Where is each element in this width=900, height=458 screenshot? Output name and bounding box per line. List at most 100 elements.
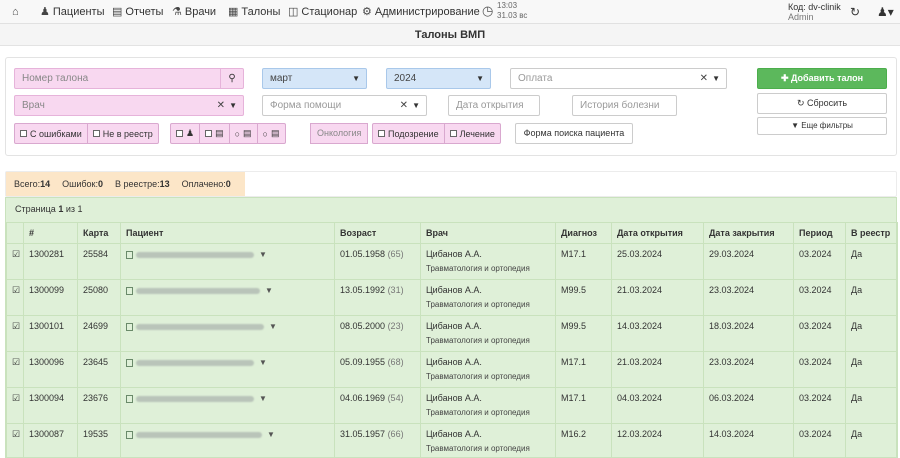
col-header[interactable]: В реестр	[845, 222, 898, 244]
close-date-cell: 06.03.2024	[703, 387, 794, 424]
close-date-cell: 23.03.2024	[703, 279, 794, 316]
doctor-cell: Цибанов А.А. Травматология и ортопедия	[420, 423, 556, 458]
table-row[interactable]: ☑ 1300087 19535 ▼ 31.05.1957 (66) Цибанов А.А…	[6, 423, 898, 458]
col-header[interactable]: Дата закрытия	[703, 222, 794, 244]
add-ticket-button[interactable]: ✚ Добавить талон	[757, 68, 887, 89]
col-header[interactable]: Врач	[420, 222, 556, 244]
registry-cell: Да	[845, 243, 898, 280]
suspicion-checkbox[interactable]: Подозрение	[373, 124, 445, 143]
doc2-filter-checkbox[interactable]: ○ ▤	[258, 124, 285, 143]
table-row[interactable]: ☑ 1300101 24699 ▼ 08.05.2000 (23) Цибанов А.А…	[6, 315, 898, 352]
patient-cell[interactable]: ▼	[120, 243, 335, 280]
period-cell: 03.2024	[793, 351, 846, 388]
payment-select[interactable]: Оплата ✕ ▼	[510, 68, 727, 89]
clear-icon[interactable]: ✕	[700, 69, 708, 88]
filter-icon[interactable]: ▼	[259, 250, 267, 259]
close-date-cell: 14.03.2024	[703, 423, 794, 458]
ticket-number[interactable]: 1300096	[23, 351, 78, 388]
filter-icon[interactable]: ▼	[265, 286, 273, 295]
period-cell: 03.2024	[793, 387, 846, 424]
patient-cell[interactable]: ▼	[120, 315, 335, 352]
patient-name-redacted	[136, 431, 262, 438]
month-select[interactable]: март ▼	[262, 68, 367, 89]
doctor-icon: ⚗	[172, 5, 182, 18]
clear-icon[interactable]: ✕	[217, 96, 225, 115]
refresh-icon[interactable]: ↻	[850, 5, 860, 19]
table-row[interactable]: ☑ 1300099 25080 ▼ 13.05.1992 (31) Цибанов А.А…	[6, 279, 898, 316]
year-select[interactable]: 2024 ▼	[386, 68, 491, 89]
help-form-select[interactable]: Форма помощи ✕ ▼	[262, 95, 427, 116]
bar-chart-icon: ▤	[112, 5, 123, 18]
ticket-number[interactable]: 1300281	[23, 243, 78, 280]
age-cell: 13.05.1992 (31)	[334, 279, 421, 316]
search-button[interactable]: ⚲	[220, 68, 244, 89]
doc1-filter-checkbox[interactable]: ○ ▤	[230, 124, 258, 143]
document-icon	[126, 322, 133, 331]
more-filters-button[interactable]: ▼ Еще фильтры	[757, 117, 887, 135]
home-icon[interactable]: ⌂	[12, 5, 19, 19]
checked-icon: ☑	[12, 285, 21, 295]
doctor-select[interactable]: Врач ✕ ▼	[14, 95, 244, 116]
patient-name-redacted	[136, 395, 254, 402]
ticket-number[interactable]: 1300101	[23, 315, 78, 352]
oncology-group: Подозрение Лечение	[372, 123, 501, 144]
icon-checkbox-group: ♟ ▤ ○ ▤ ○ ▤	[170, 123, 286, 144]
treatment-checkbox[interactable]: Лечение	[445, 124, 500, 143]
ticket-number[interactable]: 1300099	[23, 279, 78, 316]
col-header[interactable]: Период	[793, 222, 846, 244]
clock-icon: ◷	[482, 3, 494, 18]
col-header[interactable]: #	[23, 222, 78, 244]
ticket-number[interactable]: 1300094	[23, 387, 78, 424]
diagnosis-cell: M16.2	[555, 423, 612, 458]
document-icon	[126, 394, 133, 403]
nav-admin[interactable]: ⚙ Администрирование	[362, 5, 480, 19]
col-header[interactable]: Пациент	[120, 222, 335, 244]
nav-doctors[interactable]: ⚗ Врачи	[172, 5, 216, 19]
document-icon: ▤	[270, 128, 280, 138]
page-title: Талоны ВМП	[0, 24, 900, 46]
col-header[interactable]: Возраст	[334, 222, 421, 244]
filter-icon[interactable]: ▼	[267, 430, 275, 439]
patient-cell[interactable]: ▼	[120, 351, 335, 388]
nav-patients[interactable]: ♟ Пациенты	[40, 5, 104, 19]
not-registry-checkbox[interactable]: Не в реестр	[88, 124, 158, 143]
patient-search-form-button[interactable]: Форма поиска пациента	[515, 123, 633, 144]
card-number: 25080	[77, 279, 121, 316]
user-filter-checkbox[interactable]: ♟	[171, 124, 201, 143]
nav-tickets[interactable]: ▦ Талоны	[228, 5, 280, 19]
patient-cell[interactable]: ▼	[120, 387, 335, 424]
doctor-cell: Цибанов А.А. Травматология и ортопедия	[420, 387, 556, 424]
nav-hospital[interactable]: ◫ Стационар	[288, 5, 357, 19]
errors-checkbox[interactable]: С ошибками	[15, 124, 88, 143]
clear-icon[interactable]: ✕	[400, 96, 408, 115]
open-date-input[interactable]: Дата открытия	[448, 95, 540, 116]
close-date-cell: 18.03.2024	[703, 315, 794, 352]
hospital-icon: ◫	[288, 5, 299, 18]
user-menu-icon[interactable]: ♟▾	[877, 5, 894, 19]
chevron-down-icon: ▼	[229, 101, 237, 110]
nav-reports[interactable]: ▤ Отчеты	[112, 5, 163, 19]
filter-icon[interactable]: ▼	[259, 358, 267, 367]
col-header[interactable]: Диагноз	[555, 222, 612, 244]
document-icon: ▤	[243, 128, 252, 138]
table-row[interactable]: ☑ 1300094 23676 ▼ 04.06.1969 (54) Цибанов А.А…	[6, 387, 898, 424]
diagnosis-cell: M99.5	[555, 315, 612, 352]
ticket-number-input[interactable]: Номер талона	[14, 68, 226, 89]
history-input[interactable]: История болезни	[572, 95, 677, 116]
col-header[interactable]: Карта	[77, 222, 121, 244]
registry-cell: Да	[845, 387, 898, 424]
filter-icon[interactable]: ▼	[269, 322, 277, 331]
filter-icon[interactable]: ▼	[259, 394, 267, 403]
registry-cell: Да	[845, 351, 898, 388]
age-cell: 01.05.1958 (65)	[334, 243, 421, 280]
map-filter-checkbox[interactable]: ▤	[200, 124, 230, 143]
table-row[interactable]: ☑ 1300281 25584 ▼ 01.05.1958 (65) Цибанов А.А…	[6, 243, 898, 280]
ticket-number[interactable]: 1300087	[23, 423, 78, 458]
patient-cell[interactable]: ▼	[120, 279, 335, 316]
doctor-cell: Цибанов А.А. Травматология и ортопедия	[420, 279, 556, 316]
patient-cell[interactable]: ▼	[120, 423, 335, 458]
reset-button[interactable]: ↻ Сбросить	[757, 93, 887, 114]
table-row[interactable]: ☑ 1300096 23645 ▼ 05.09.1955 (68) Цибанов А.А…	[6, 351, 898, 388]
col-header[interactable]: Дата открытия	[611, 222, 704, 244]
tickets-table: # Карта Пациент Возраст Врач Диагноз Дат…	[6, 222, 898, 458]
